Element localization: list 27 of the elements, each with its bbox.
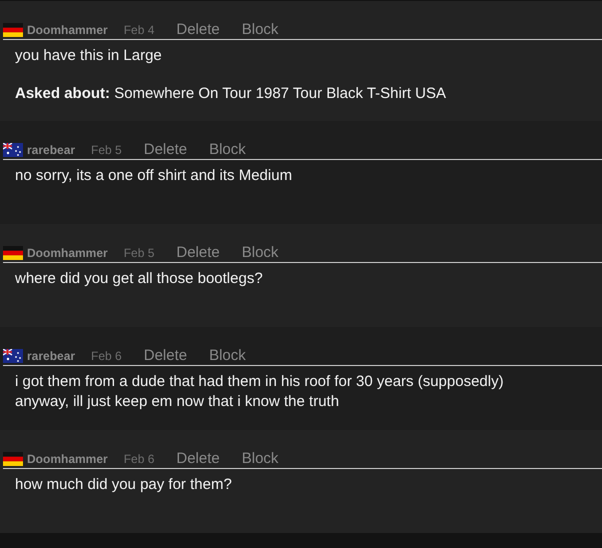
username[interactable]: rarebear (27, 142, 76, 156)
message-text: no sorry, its a one off shirt and its Medium (15, 166, 294, 186)
block-link[interactable]: Block (242, 244, 278, 261)
username[interactable]: Doomhammer (27, 452, 108, 466)
delete-link[interactable]: Delete (144, 347, 188, 364)
message-date: Feb 6 (124, 452, 154, 466)
message-text: how much did you pay for them? (15, 475, 233, 495)
message-date: Feb 5 (124, 246, 154, 260)
delete-link[interactable]: Delete (176, 244, 220, 261)
username[interactable]: Doomhammer (27, 246, 108, 260)
message-date: Feb 6 (91, 348, 122, 362)
message-date: Feb 5 (91, 142, 122, 156)
message-text: i got them from a dude that had them in his roof for 30 years (supposedly) (15, 372, 505, 392)
delete-link[interactable]: Delete (176, 21, 220, 38)
delete-link[interactable]: Delete (144, 141, 188, 158)
message-date: Feb 4 (124, 22, 154, 36)
username[interactable]: rarebear (27, 348, 76, 362)
block-link[interactable]: Block (209, 141, 246, 158)
asked-about-text: Asked about: Somewhere On Tour 1987 Tour Black T-Shirt USA (15, 84, 448, 104)
message-text: you have this in Large (15, 46, 163, 66)
message-text: where did you get all those bootlegs? (15, 269, 264, 289)
username[interactable]: Doomhammer (27, 22, 108, 36)
block-link[interactable]: Block (209, 347, 246, 364)
message-text: anyway, ill just keep em now that i know the truth (15, 392, 340, 412)
block-link[interactable]: Block (242, 21, 278, 38)
block-link[interactable]: Block (242, 450, 278, 467)
delete-link[interactable]: Delete (176, 450, 220, 467)
